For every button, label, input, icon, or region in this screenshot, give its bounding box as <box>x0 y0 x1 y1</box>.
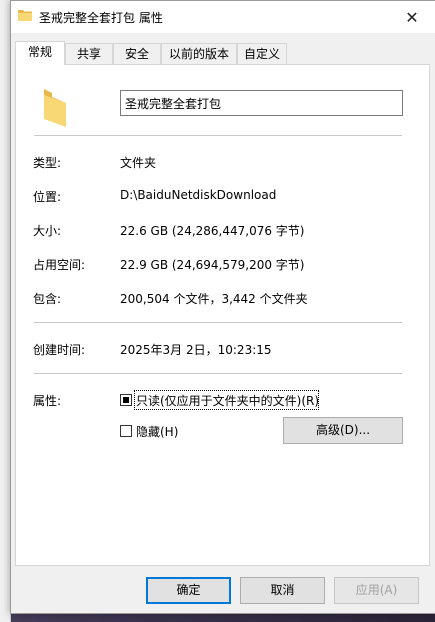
advanced-button[interactable]: 高级(D)... <box>283 417 403 444</box>
location-label: 位置: <box>33 190 62 204</box>
tab-sharing[interactable]: 共享 <box>65 43 113 64</box>
properties-dialog: 圣戒完整全套打包 属性 ✕ 常规 共享 安全 以前的版本 自定义 圣戒完整全套打… <box>10 0 435 614</box>
folder-name-input[interactable]: 圣戒完整全套打包 <box>120 90 403 116</box>
size-label: 大小: <box>33 224 62 238</box>
window-title: 圣戒完整全套打包 属性 <box>39 11 163 25</box>
large-folder-icon <box>44 89 66 127</box>
close-button[interactable]: ✕ <box>389 1 435 33</box>
cancel-button[interactable]: 取消 <box>240 577 325 604</box>
close-icon: ✕ <box>405 7 419 27</box>
tab-general[interactable]: 常规 <box>15 41 65 65</box>
disk-size-value: 22.9 GB (24,694,579,200 字节) <box>120 258 305 272</box>
ok-button[interactable]: 确定 <box>146 577 231 604</box>
tab-previous-versions[interactable]: 以前的版本 <box>161 43 237 64</box>
hidden-checkbox[interactable] <box>120 425 132 437</box>
tab-customize[interactable]: 自定义 <box>237 43 287 64</box>
created-label: 创建时间: <box>33 343 86 357</box>
tab-security[interactable]: 安全 <box>113 43 161 64</box>
separator <box>34 322 402 323</box>
created-value: 2025年3月 2日，10:23:15 <box>120 343 272 357</box>
readonly-label[interactable]: 只读(仅应用于文件夹中的文件)(R) <box>136 392 319 409</box>
separator <box>34 135 402 136</box>
contains-label: 包含: <box>33 292 62 306</box>
type-value: 文件夹 <box>120 156 157 170</box>
contains-value: 200,504 个文件，3,442 个文件夹 <box>120 292 308 306</box>
size-value: 22.6 GB (24,286,447,076 字节) <box>120 224 305 238</box>
title-bar[interactable]: 圣戒完整全套打包 属性 ✕ <box>11 1 435 33</box>
hidden-label[interactable]: 隐藏(H) <box>136 423 178 440</box>
type-label: 类型: <box>33 156 62 170</box>
folder-icon <box>18 10 32 21</box>
readonly-checkbox[interactable] <box>120 394 132 406</box>
location-value: D:\BaiduNetdiskDownload <box>120 188 277 202</box>
apply-button[interactable]: 应用(A) <box>334 577 419 604</box>
separator <box>34 373 402 374</box>
disk-size-label: 占用空间: <box>33 258 86 272</box>
attributes-label: 属性: <box>33 394 62 408</box>
general-panel: 圣戒完整全套打包 类型: 文件夹 位置: D:\BaiduNetdiskDown… <box>15 64 430 566</box>
